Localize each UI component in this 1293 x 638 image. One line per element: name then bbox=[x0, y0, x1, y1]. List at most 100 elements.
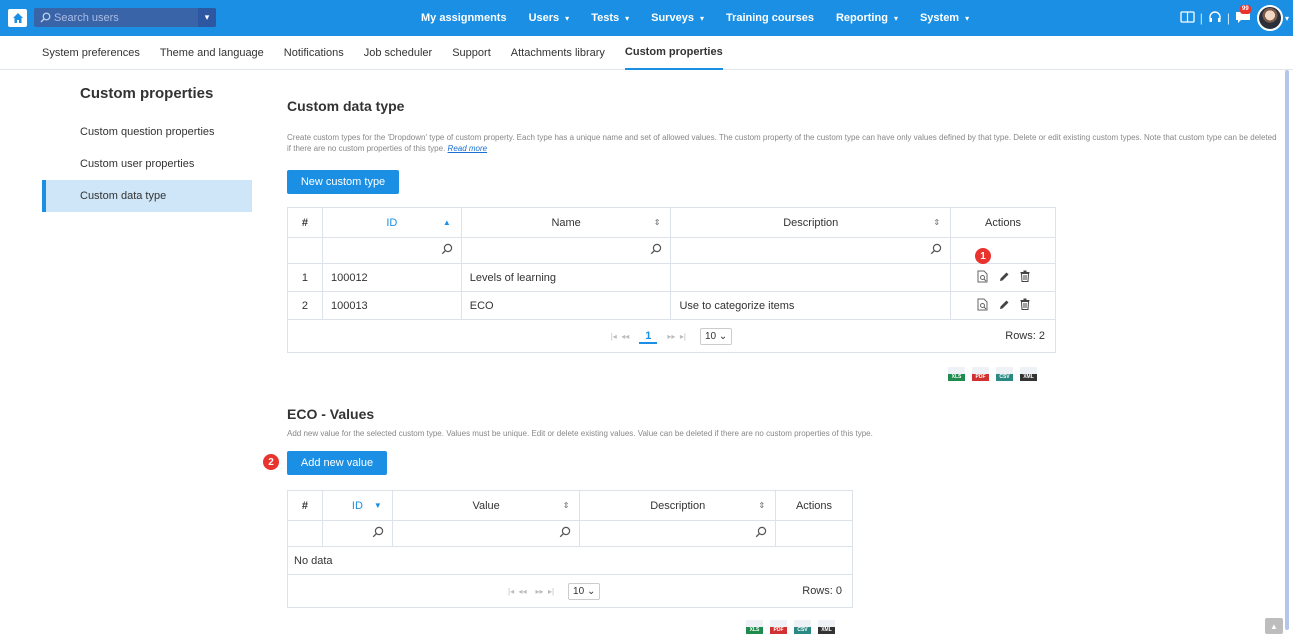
column-header-id[interactable]: ID ▼ bbox=[321, 490, 393, 521]
step-marker-2: 2 bbox=[263, 454, 279, 470]
scroll-to-top-button[interactable]: ▲ bbox=[1265, 618, 1283, 634]
read-more-link[interactable]: Read more bbox=[448, 144, 488, 153]
export-pdf-icon[interactable]: PDF bbox=[770, 620, 787, 634]
values-table: # ID ▼ Value ⇕ Description ⇕ Actions No dat… bbox=[287, 490, 853, 608]
next-page-icon[interactable]: ▸▸ bbox=[667, 332, 675, 341]
edit-icon[interactable] bbox=[999, 271, 1010, 285]
column-header-value[interactable]: Value ⇕ bbox=[391, 490, 581, 521]
empty-message: No data bbox=[287, 546, 853, 575]
notification-badge: 99 bbox=[1239, 4, 1251, 14]
filter-id[interactable] bbox=[321, 237, 462, 264]
column-header-description[interactable]: Description ⇕ bbox=[579, 490, 777, 521]
prev-page-icon[interactable]: ◂◂ bbox=[519, 587, 527, 596]
chevron-down-icon: ▾ bbox=[893, 13, 898, 23]
menu-tests[interactable]: Tests ▾ bbox=[591, 12, 629, 24]
menu-system[interactable]: System ▾ bbox=[920, 12, 969, 24]
view-values-icon[interactable] bbox=[977, 270, 989, 286]
sidebar-item-custom-data-type[interactable]: Custom data type bbox=[42, 180, 252, 212]
tab-attachments-library[interactable]: Attachments library bbox=[511, 36, 605, 70]
sidebar-item-custom-question-properties[interactable]: Custom question properties bbox=[42, 116, 252, 148]
tab-notifications[interactable]: Notifications bbox=[284, 36, 344, 70]
search-icon bbox=[36, 12, 54, 23]
filter-name[interactable] bbox=[460, 237, 672, 264]
help-book-icon[interactable] bbox=[1180, 10, 1195, 27]
first-page-icon[interactable]: |◂ bbox=[611, 332, 617, 341]
menu-surveys[interactable]: Surveys ▾ bbox=[651, 12, 704, 24]
settings-tabs: System preferences Theme and language No… bbox=[0, 36, 1293, 70]
sort-icon[interactable]: ⇕ bbox=[654, 218, 661, 227]
edit-icon[interactable] bbox=[999, 299, 1010, 313]
export-pdf-icon[interactable]: PDF bbox=[972, 367, 989, 381]
next-page-icon[interactable]: ▸▸ bbox=[535, 587, 543, 596]
notifications-button[interactable]: 99 bbox=[1235, 4, 1251, 27]
tab-system-preferences[interactable]: System preferences bbox=[42, 36, 140, 70]
top-right-tools: | | 99 ▾ bbox=[1180, 2, 1289, 34]
page-size-select[interactable]: 10 ⌄ bbox=[568, 583, 601, 600]
filter-cell bbox=[775, 520, 853, 547]
delete-icon[interactable] bbox=[1020, 270, 1030, 285]
table-row[interactable]: 1 100012 Levels of learning bbox=[287, 263, 1056, 292]
filter-description[interactable] bbox=[670, 237, 952, 264]
sidebar: Custom properties Custom question proper… bbox=[42, 70, 252, 212]
table-row[interactable]: 2 100013 ECO Use to categorize items bbox=[287, 291, 1056, 320]
chevron-down-icon: ⌄ bbox=[718, 331, 728, 342]
separator: | bbox=[1199, 11, 1203, 25]
new-custom-type-button[interactable]: New custom type bbox=[287, 170, 399, 194]
chevron-up-icon: ▲ bbox=[1270, 621, 1278, 631]
last-page-icon[interactable]: ▸| bbox=[680, 332, 686, 341]
search-users-input[interactable] bbox=[54, 11, 186, 24]
top-navigation-bar: ▾ My assignments Users▾ Tests▾ Surveys▾ … bbox=[0, 0, 1293, 36]
page-scrollbar[interactable] bbox=[1285, 70, 1289, 630]
export-xls-icon[interactable]: XLS bbox=[948, 367, 965, 381]
sort-icon[interactable]: ⇕ bbox=[563, 501, 570, 510]
add-new-value-button[interactable]: Add new value bbox=[287, 451, 387, 475]
search-icon bbox=[441, 243, 452, 255]
sidebar-item-custom-user-properties[interactable]: Custom user properties bbox=[42, 148, 252, 180]
user-search: ▾ bbox=[34, 8, 216, 27]
export-xml-icon[interactable]: XML bbox=[818, 620, 835, 634]
filter-value[interactable] bbox=[391, 520, 581, 547]
tab-custom-properties[interactable]: Custom properties bbox=[624, 36, 723, 70]
export-buttons: XLS PDF CSV XML bbox=[746, 620, 835, 634]
first-page-icon[interactable]: |◂ bbox=[508, 587, 514, 596]
export-csv-icon[interactable]: CSV bbox=[996, 367, 1013, 381]
sidebar-title: Custom properties bbox=[80, 84, 214, 102]
page-size-select[interactable]: 10 ⌄ bbox=[699, 328, 733, 345]
search-dropdown-icon[interactable]: ▾ bbox=[198, 8, 216, 27]
search-icon bbox=[560, 526, 571, 538]
sort-ascending-icon[interactable]: ▲ bbox=[443, 218, 451, 227]
tab-job-scheduler[interactable]: Job scheduler bbox=[364, 36, 433, 70]
pagination-bar: |◂ ◂◂ 1 ▸▸ ▸| 10 ⌄ Rows: 2 bbox=[287, 319, 1056, 353]
home-button[interactable] bbox=[8, 9, 27, 27]
current-page[interactable]: 1 bbox=[639, 330, 658, 344]
filter-id[interactable] bbox=[321, 520, 393, 547]
menu-reporting[interactable]: Reporting ▾ bbox=[836, 12, 898, 24]
export-xml-icon[interactable]: XML bbox=[1020, 367, 1037, 381]
menu-users[interactable]: Users ▾ bbox=[529, 12, 570, 24]
menu-training-courses[interactable]: Training courses bbox=[726, 12, 814, 24]
main-menu: My assignments Users ▾ Tests ▾ Surveys ▾ Tr… bbox=[421, 0, 991, 36]
filter-description[interactable] bbox=[579, 520, 777, 547]
tab-support[interactable]: Support bbox=[452, 36, 491, 70]
custom-data-type-title: Custom data type bbox=[287, 98, 405, 114]
prev-page-icon[interactable]: ◂◂ bbox=[621, 332, 629, 341]
sort-icon[interactable]: ⇕ bbox=[933, 218, 940, 227]
chevron-down-icon: ▾ bbox=[699, 13, 704, 23]
view-values-icon[interactable] bbox=[977, 298, 989, 314]
tab-theme-and-language[interactable]: Theme and language bbox=[160, 36, 264, 70]
column-header-actions: Actions bbox=[775, 490, 853, 521]
column-header-name[interactable]: Name ⇕ bbox=[460, 207, 672, 238]
column-header-id[interactable]: ID ▲ bbox=[321, 207, 462, 238]
sort-icon[interactable]: ⇕ bbox=[758, 501, 765, 510]
values-section-title: ECO - Values bbox=[287, 406, 375, 422]
export-csv-icon[interactable]: CSV bbox=[794, 620, 811, 634]
delete-icon[interactable] bbox=[1020, 298, 1030, 313]
avatar[interactable] bbox=[1256, 5, 1283, 31]
sort-descending-icon[interactable]: ▼ bbox=[374, 501, 382, 510]
last-page-icon[interactable]: ▸| bbox=[548, 587, 554, 596]
column-header-description[interactable]: Description ⇕ bbox=[670, 207, 952, 238]
chevron-down-icon[interactable]: ▾ bbox=[1285, 14, 1289, 23]
headset-icon[interactable] bbox=[1208, 10, 1222, 27]
menu-my-assignments[interactable]: My assignments bbox=[421, 12, 507, 24]
export-xls-icon[interactable]: XLS bbox=[746, 620, 763, 634]
